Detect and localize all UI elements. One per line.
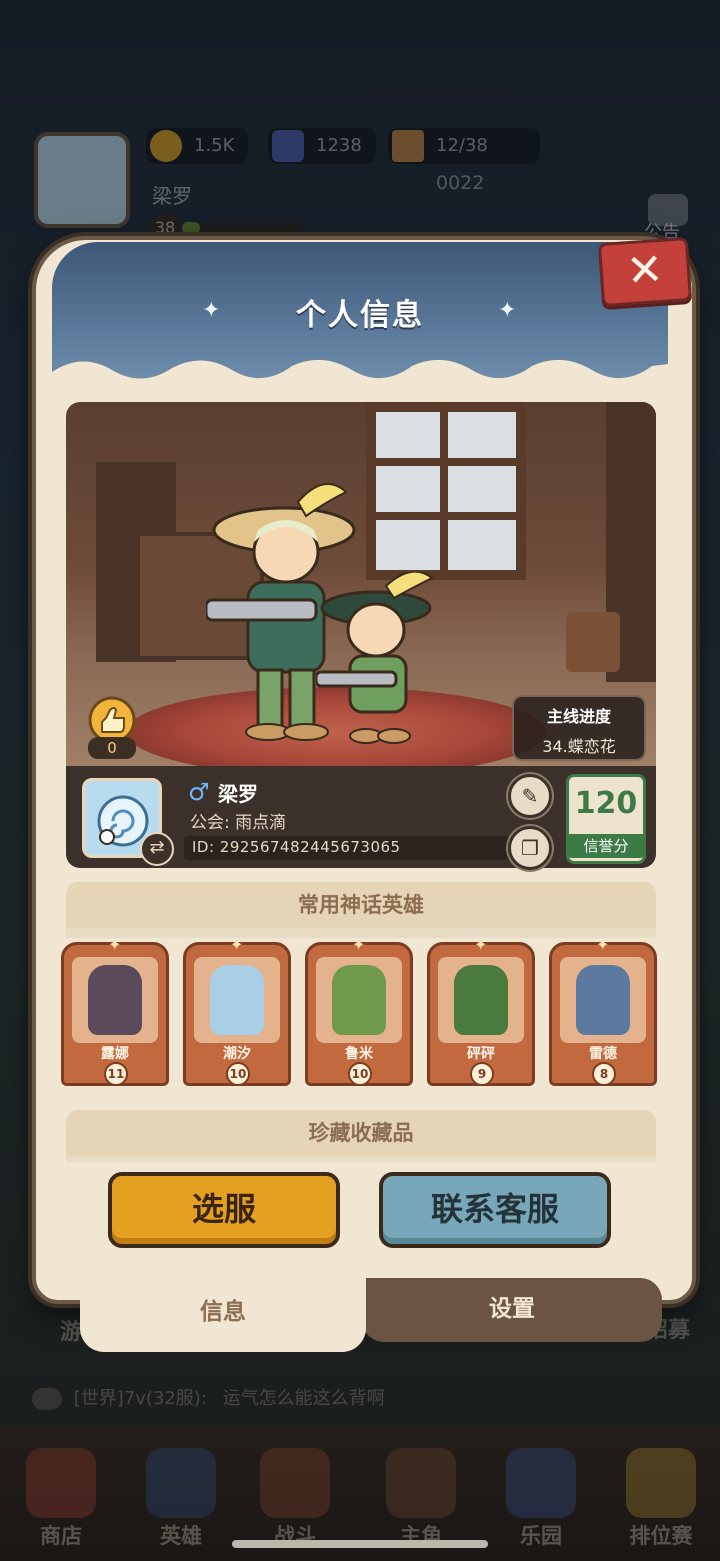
hero-portrait: [88, 965, 142, 1035]
edit-icon: ✎: [521, 784, 539, 808]
edit-profile-button[interactable]: ✎: [508, 774, 552, 818]
header-cloud-edge: [52, 359, 668, 388]
hero-level: 9: [470, 1062, 494, 1086]
sparkle-icon: ✦: [230, 935, 244, 954]
sparkle-icon: ✦: [352, 935, 366, 954]
hero-character-small: [316, 572, 434, 744]
likes-count: 0: [88, 737, 136, 759]
hero-portrait: [576, 965, 630, 1035]
home-indicator[interactable]: [232, 1540, 488, 1548]
hero-card-tide[interactable]: ✦ 潮汐 10: [183, 935, 291, 1086]
window-frame: [440, 412, 448, 572]
player-name: 梁罗: [218, 782, 258, 806]
copy-icon: ❐: [521, 836, 539, 860]
copy-id-button[interactable]: ❐: [508, 826, 552, 870]
hero-name: 砰砰: [467, 1046, 495, 1062]
collection-section-header: 珍藏收藏品: [66, 1110, 656, 1156]
sparkle-icon: ✦: [474, 935, 488, 954]
hero-level: 10: [226, 1062, 250, 1086]
scroll-barrel: [566, 612, 620, 672]
section-band: [66, 1156, 656, 1162]
male-gender-icon: ♂: [188, 778, 210, 806]
main-progress-value: 34.蝶恋花: [542, 737, 616, 756]
sparkle-icon: ✦: [596, 935, 610, 954]
hero-card-reid[interactable]: ✦ 雷德 8: [549, 935, 657, 1086]
hero-name: 露娜: [101, 1046, 129, 1062]
tab-info[interactable]: 信息: [80, 1278, 366, 1352]
hero-portrait: [210, 965, 264, 1035]
hero-card-lumi[interactable]: ✦ 鲁米 10: [305, 935, 413, 1086]
hero-name: 潮汐: [223, 1046, 251, 1062]
contact-support-button[interactable]: 联系客服: [379, 1172, 611, 1248]
hero-level: 11: [104, 1062, 128, 1086]
heroes-section-header: 常用神话英雄: [66, 882, 656, 928]
hero-name: 雷德: [589, 1046, 617, 1062]
room-window: [366, 402, 526, 580]
modal-title: 个人信息: [296, 298, 424, 333]
close-button[interactable]: ✕: [597, 236, 693, 308]
credit-score-value: 120: [574, 786, 638, 821]
guild-name: 公会: 雨点滴: [190, 813, 287, 833]
hero-portrait: [454, 965, 508, 1035]
player-id[interactable]: ID: 292567482445673065: [192, 838, 401, 856]
main-progress-label: 主线进度: [546, 707, 611, 726]
switch-avatar-icon[interactable]: ⇄: [140, 832, 174, 866]
hero-name: 鲁米: [345, 1046, 373, 1062]
hero-level: 10: [348, 1062, 372, 1086]
hero-card-luna[interactable]: ✦ 露娜 11: [61, 935, 169, 1086]
credit-score-label: 信誉分: [566, 834, 646, 858]
window-frame: [376, 512, 516, 520]
select-server-button[interactable]: 选服: [108, 1172, 340, 1248]
hero-card-pengpeng[interactable]: ✦ 砰砰 9: [427, 935, 535, 1086]
tab-settings[interactable]: 设置: [362, 1278, 662, 1342]
sparkle-icon: ✦: [108, 935, 122, 954]
close-icon: ✕: [624, 243, 666, 298]
hero-portrait: [332, 965, 386, 1035]
window-frame: [376, 458, 516, 466]
hero-level: 8: [592, 1062, 616, 1086]
main-progress-panel: 主线进度 34.蝶恋花: [512, 695, 646, 761]
